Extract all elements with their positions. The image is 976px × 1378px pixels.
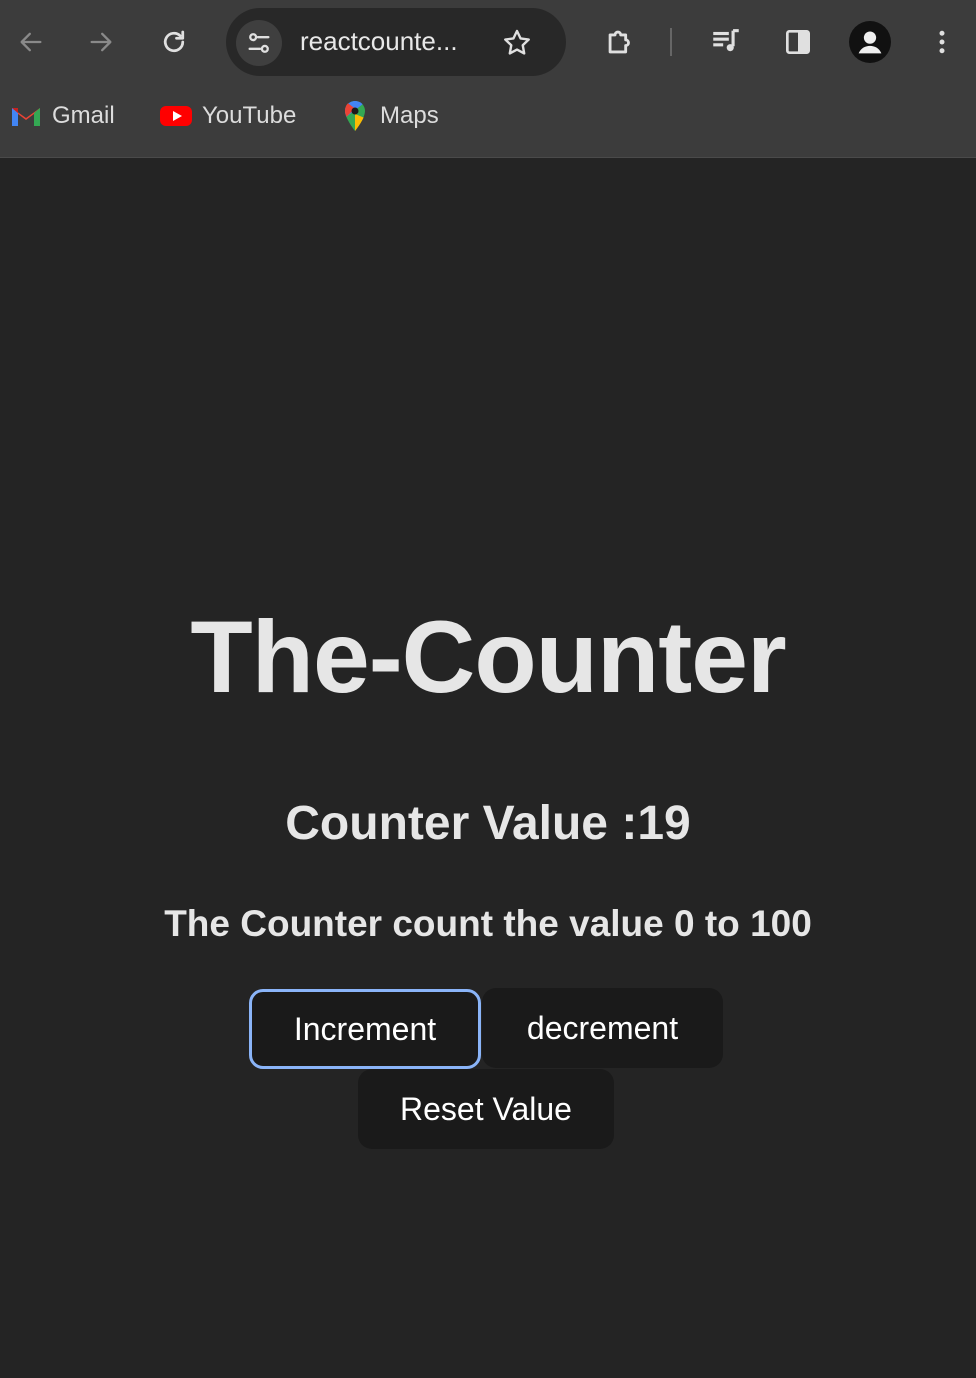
reset-button[interactable]: Reset Value [358, 1069, 614, 1149]
maps-icon [345, 101, 365, 131]
puzzle-icon [608, 30, 630, 54]
arrow-left-icon [20, 32, 42, 52]
reload-button[interactable] [152, 20, 196, 64]
avatar-icon [849, 21, 891, 63]
arrow-right-icon [90, 32, 112, 52]
forward-button[interactable] [79, 20, 123, 64]
bookmark-youtube[interactable]: YouTube [160, 96, 296, 136]
counter-range-text: The Counter count the value 0 to 100 [164, 903, 812, 944]
reload-icon [163, 30, 185, 53]
tune-icon [248, 33, 270, 53]
toolbar-separator [670, 28, 672, 56]
back-button[interactable] [9, 20, 53, 64]
counter-value: Counter Value :19 [285, 797, 691, 850]
browser-chrome: reactcounte... Gmail YouTube Maps [0, 0, 976, 158]
page-content: The-Counter Counter Value :19 The Counte… [0, 158, 976, 1378]
gmail-icon [12, 108, 40, 126]
side-panel-button[interactable] [776, 20, 820, 64]
star-icon [504, 29, 530, 55]
bookmark-star-button[interactable] [496, 22, 538, 64]
bookmark-maps[interactable]: Maps [340, 96, 439, 136]
youtube-icon [160, 106, 192, 126]
url-text: reactcounte... [300, 26, 458, 56]
profile-button[interactable] [848, 20, 892, 64]
bookmark-gmail[interactable]: Gmail [10, 96, 115, 136]
decrement-button[interactable]: decrement [482, 988, 723, 1068]
address-bar[interactable]: reactcounte... [226, 8, 566, 76]
media-controls-button[interactable] [704, 20, 748, 64]
extensions-button[interactable] [598, 20, 642, 64]
queue-music-icon [713, 29, 739, 52]
bookmark-label: YouTube [202, 102, 297, 129]
page-title: The-Counter [190, 600, 786, 714]
bookmark-label: Maps [380, 102, 439, 129]
more-vertical-icon [939, 30, 945, 54]
browser-menu-button[interactable] [920, 20, 964, 64]
increment-button[interactable]: Increment [249, 989, 481, 1069]
bookmark-label: Gmail [52, 102, 115, 129]
site-info-button[interactable] [236, 20, 282, 66]
side-panel-icon [786, 30, 810, 54]
